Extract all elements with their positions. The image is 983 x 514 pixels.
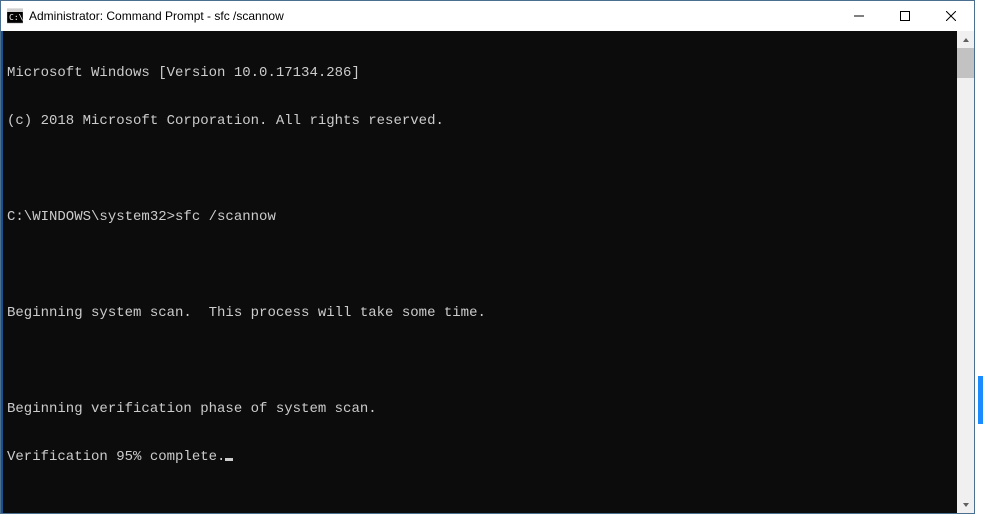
- maximize-button[interactable]: [882, 1, 928, 31]
- window-title: Administrator: Command Prompt - sfc /sca…: [29, 9, 284, 23]
- terminal-line: C:\WINDOWS\system32>sfc /scannow: [7, 209, 953, 225]
- terminal-line: [7, 257, 953, 273]
- close-button[interactable]: [928, 1, 974, 31]
- terminal-line: [7, 161, 953, 177]
- terminal-output[interactable]: Microsoft Windows [Version 10.0.17134.28…: [1, 31, 957, 513]
- terminal-line: Verification 95% complete.: [7, 449, 953, 465]
- command-prompt-window: C:\ Administrator: Command Prompt - sfc …: [0, 0, 975, 514]
- terminal-line: Beginning verification phase of system s…: [7, 401, 953, 417]
- client-area: Microsoft Windows [Version 10.0.17134.28…: [1, 31, 974, 513]
- terminal-line: Microsoft Windows [Version 10.0.17134.28…: [7, 65, 953, 81]
- background-window-accent: [978, 376, 983, 424]
- cmd-icon: C:\: [7, 8, 23, 24]
- cursor-icon: [225, 458, 233, 461]
- titlebar[interactable]: C:\ Administrator: Command Prompt - sfc …: [1, 1, 974, 31]
- vertical-scrollbar[interactable]: [957, 31, 974, 513]
- minimize-button[interactable]: [836, 1, 882, 31]
- terminal-line: (c) 2018 Microsoft Corporation. All righ…: [7, 113, 953, 129]
- scroll-track[interactable]: [957, 48, 974, 496]
- terminal-line: Beginning system scan. This process will…: [7, 305, 953, 321]
- terminal-line: [7, 353, 953, 369]
- svg-text:C:\: C:\: [9, 13, 23, 22]
- window-controls: [836, 1, 974, 31]
- scroll-down-button[interactable]: [957, 496, 974, 513]
- desktop-edge: [975, 0, 983, 514]
- scroll-thumb[interactable]: [957, 48, 974, 78]
- scroll-up-button[interactable]: [957, 31, 974, 48]
